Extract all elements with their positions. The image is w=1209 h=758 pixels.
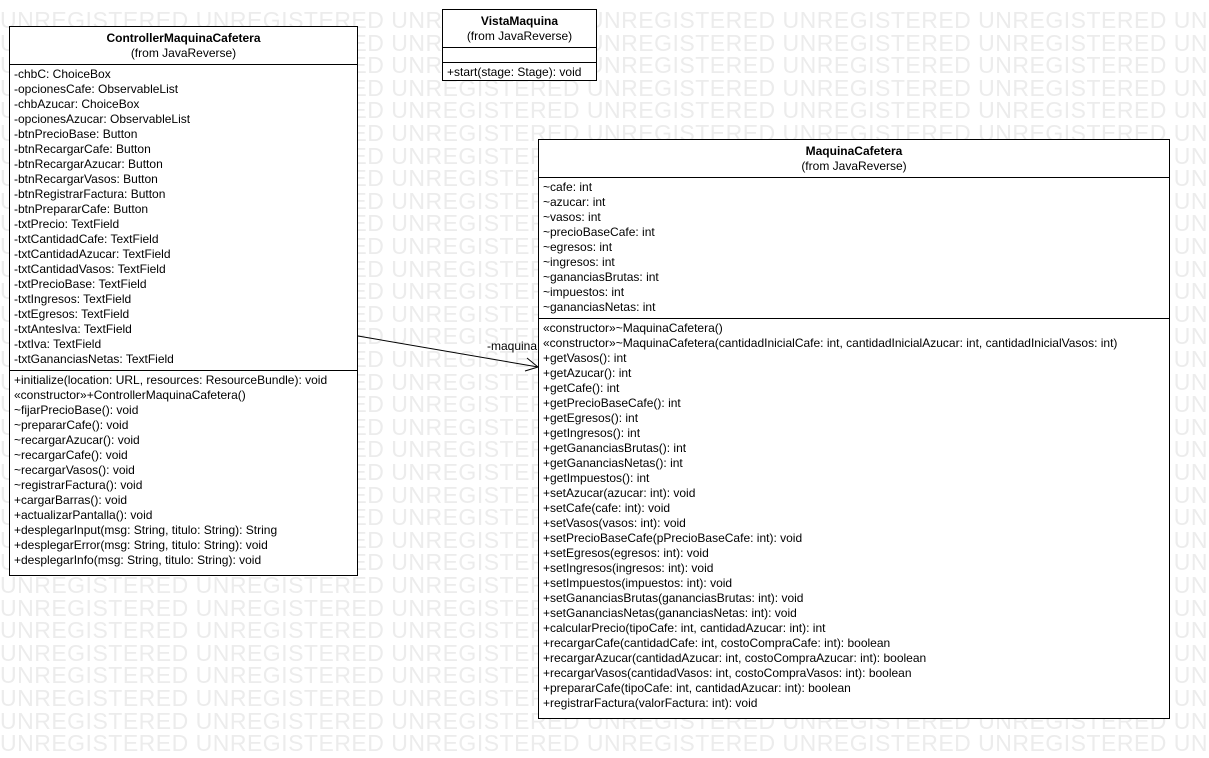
association-role-label: -maquina: [487, 339, 538, 353]
association-arrowhead: [524, 357, 540, 372]
connectors-layer: [357, 335, 540, 372]
